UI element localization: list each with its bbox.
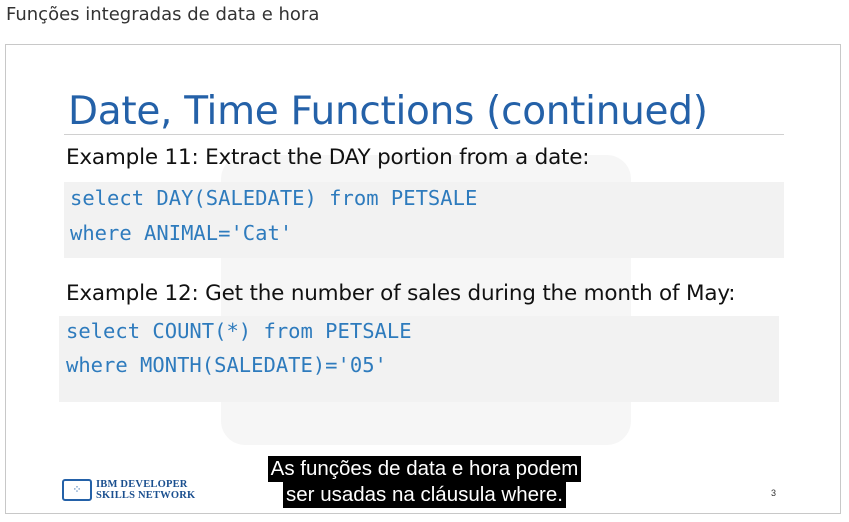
example-11-code-block: select DAY(SALEDATE) from PETSALE where … (64, 182, 784, 258)
code-line: where ANIMAL='Cat' (70, 221, 293, 245)
page-heading: Funções integradas de data e hora (6, 4, 320, 25)
caption-line-1: As funções de data e hora podem (267, 456, 582, 482)
subtitle-caption: As funções de data e hora podem ser usad… (0, 456, 849, 508)
code-line: select DAY(SALEDATE) from PETSALE (70, 186, 478, 210)
caption-line-2: ser usadas na cláusula where. (283, 482, 566, 508)
example-11-heading: Example 11: Extract the DAY portion from… (66, 145, 590, 170)
title-divider (64, 134, 784, 135)
code-line: where MONTH(SALEDATE)='05' (66, 353, 387, 377)
example-12-code-block: select COUNT(*) from PETSALE where MONTH… (59, 316, 779, 402)
slide-title: Date, Time Functions (continued) (68, 89, 708, 134)
code-line: select COUNT(*) from PETSALE (66, 319, 412, 343)
slide-frame: Date, Time Functions (continued) Example… (5, 44, 841, 514)
example-12-heading: Example 12: Get the number of sales duri… (66, 281, 736, 306)
